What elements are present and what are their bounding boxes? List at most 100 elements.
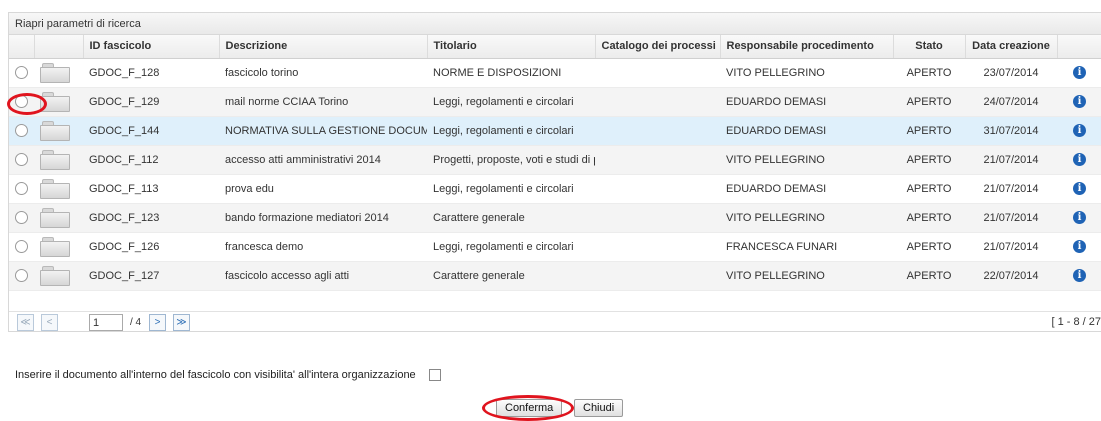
cell-stato: APERTO bbox=[893, 203, 965, 233]
cell-responsabile: VITO PELLEGRINO bbox=[720, 58, 893, 88]
row-select-cell bbox=[9, 145, 34, 175]
cell-descrizione: fascicolo accesso agli atti bbox=[219, 261, 427, 291]
row-icon-cell bbox=[34, 232, 83, 262]
cell-catalogo bbox=[595, 174, 720, 204]
cell-descrizione: francesca demo bbox=[219, 232, 427, 262]
col-header-data[interactable]: Data creazione bbox=[965, 35, 1058, 59]
row-info-cell: i bbox=[1057, 232, 1101, 262]
cell-titolario: Leggi, regolamenti e circolari bbox=[427, 232, 595, 262]
table-row[interactable]: GDOC_F_112 accesso atti amministrativi 20… bbox=[9, 145, 1101, 175]
row-icon-cell bbox=[34, 58, 83, 88]
row-select-radio[interactable] bbox=[15, 66, 28, 79]
col-header-responsabile[interactable]: Responsabile procedimento bbox=[720, 35, 894, 59]
cell-titolario: Leggi, regolamenti e circolari bbox=[427, 116, 595, 146]
row-info-cell: i bbox=[1057, 203, 1101, 233]
cell-catalogo bbox=[595, 261, 720, 291]
row-select-radio[interactable] bbox=[15, 211, 28, 224]
cell-id: GDOC_F_127 bbox=[83, 261, 219, 291]
row-select-radio[interactable] bbox=[15, 124, 28, 137]
col-header-titolario[interactable]: Titolario bbox=[427, 35, 596, 59]
info-icon[interactable]: i bbox=[1073, 182, 1086, 195]
row-select-radio[interactable] bbox=[15, 182, 28, 195]
row-icon-cell bbox=[34, 174, 83, 204]
cell-titolario: Leggi, regolamenti e circolari bbox=[427, 87, 595, 117]
cell-catalogo bbox=[595, 58, 720, 88]
cell-responsabile: EDUARDO DEMASI bbox=[720, 87, 893, 117]
row-select-radio[interactable] bbox=[15, 240, 28, 253]
close-button[interactable]: Chiudi bbox=[574, 399, 624, 417]
table-row[interactable]: GDOC_F_113 prova edu Leggi, regolamenti e … bbox=[9, 174, 1101, 204]
info-icon[interactable]: i bbox=[1073, 211, 1086, 224]
visibility-label: Inserire il documento all'interno del fa… bbox=[15, 369, 416, 381]
cell-descrizione: mail norme CCIAA Torino bbox=[219, 87, 427, 117]
info-icon[interactable]: i bbox=[1073, 153, 1086, 166]
info-icon[interactable]: i bbox=[1073, 240, 1086, 253]
table-row[interactable]: GDOC_F_127 fascicolo accesso agli atti Car… bbox=[9, 261, 1101, 291]
row-select-radio[interactable] bbox=[15, 269, 28, 282]
table-row[interactable]: GDOC_F_128 fascicolo torino NORME E DISPOS… bbox=[9, 58, 1101, 88]
row-icon-cell bbox=[34, 203, 83, 233]
folder-icon bbox=[40, 265, 70, 286]
cell-catalogo bbox=[595, 87, 720, 117]
col-header-descrizione[interactable]: Descrizione bbox=[219, 35, 428, 59]
col-header-catalogo[interactable]: Catalogo dei processi bbox=[595, 35, 721, 59]
cell-data: 23/07/2014 bbox=[965, 58, 1057, 88]
row-info-cell: i bbox=[1057, 58, 1101, 88]
row-select-cell bbox=[9, 58, 34, 88]
info-icon[interactable]: i bbox=[1073, 269, 1086, 282]
row-info-cell: i bbox=[1057, 87, 1101, 117]
cell-id: GDOC_F_144 bbox=[83, 116, 219, 146]
cell-data: 21/07/2014 bbox=[965, 145, 1057, 175]
results-table: ID fascicolo Descrizione Titolario Catal… bbox=[9, 35, 1101, 291]
cell-catalogo bbox=[595, 232, 720, 262]
col-header-stato[interactable]: Stato bbox=[893, 35, 966, 59]
cell-titolario: Carattere generale bbox=[427, 203, 595, 233]
visibility-option: Inserire il documento all'interno del fa… bbox=[15, 369, 441, 382]
cell-data: 22/07/2014 bbox=[965, 261, 1057, 291]
cell-responsabile: EDUARDO DEMASI bbox=[720, 174, 893, 204]
row-select-radio[interactable] bbox=[15, 153, 28, 166]
col-header-info bbox=[1057, 35, 1101, 59]
table-row[interactable]: GDOC_F_123 bando formazione mediatori 201… bbox=[9, 203, 1101, 233]
reopen-search-params-link[interactable]: Riapri parametri di ricerca bbox=[9, 13, 1101, 35]
col-header-id[interactable]: ID fascicolo bbox=[83, 35, 220, 59]
first-page-button[interactable]: ≪ bbox=[17, 314, 34, 331]
row-select-radio[interactable] bbox=[15, 95, 28, 108]
cell-catalogo bbox=[595, 116, 720, 146]
info-icon[interactable]: i bbox=[1073, 124, 1086, 137]
row-select-cell bbox=[9, 174, 34, 204]
cell-catalogo bbox=[595, 145, 720, 175]
search-results-panel: Riapri parametri di ricerca ID fascicolo… bbox=[8, 12, 1101, 332]
cell-descrizione: accesso atti amministrativi 2014 bbox=[219, 145, 427, 175]
row-info-cell: i bbox=[1057, 174, 1101, 204]
cell-responsabile: FRANCESCA FUNARI bbox=[720, 232, 893, 262]
cell-data: 24/07/2014 bbox=[965, 87, 1057, 117]
confirm-button[interactable]: Conferma bbox=[496, 399, 563, 417]
cell-titolario: NORME E DISPOSIZIONI bbox=[427, 58, 595, 88]
cell-data: 21/07/2014 bbox=[965, 203, 1057, 233]
results-range: [ 1 - 8 / 27 bbox=[1051, 316, 1101, 328]
info-icon[interactable]: i bbox=[1073, 95, 1086, 108]
row-select-cell bbox=[9, 203, 34, 233]
pagination-bar: ≪ < / 4 > ≫ [ 1 - 8 / 27 bbox=[9, 311, 1101, 333]
folder-icon bbox=[40, 149, 70, 170]
table-row[interactable]: GDOC_F_144 NORMATIVA SULLA GESTIONE DOCUM… bbox=[9, 116, 1101, 146]
next-page-button[interactable]: > bbox=[149, 314, 166, 331]
cell-titolario: Leggi, regolamenti e circolari bbox=[427, 174, 595, 204]
row-icon-cell bbox=[34, 87, 83, 117]
row-info-cell: i bbox=[1057, 116, 1101, 146]
info-icon[interactable]: i bbox=[1073, 66, 1086, 79]
table-row[interactable]: GDOC_F_129 mail norme CCIAA Torino Leggi, … bbox=[9, 87, 1101, 117]
cell-titolario: Progetti, proposte, voti e studi di p bbox=[427, 145, 595, 175]
cell-titolario: Carattere generale bbox=[427, 261, 595, 291]
cell-id: GDOC_F_126 bbox=[83, 232, 219, 262]
cell-id: GDOC_F_113 bbox=[83, 174, 219, 204]
row-info-cell: i bbox=[1057, 261, 1101, 291]
col-header-icon bbox=[34, 35, 84, 59]
visibility-checkbox[interactable] bbox=[428, 369, 441, 382]
row-select-cell bbox=[9, 232, 34, 262]
page-number-input[interactable] bbox=[89, 314, 123, 331]
last-page-button[interactable]: ≫ bbox=[173, 314, 190, 331]
table-row[interactable]: GDOC_F_126 francesca demo Leggi, regolamen… bbox=[9, 232, 1101, 262]
prev-page-button[interactable]: < bbox=[41, 314, 58, 331]
